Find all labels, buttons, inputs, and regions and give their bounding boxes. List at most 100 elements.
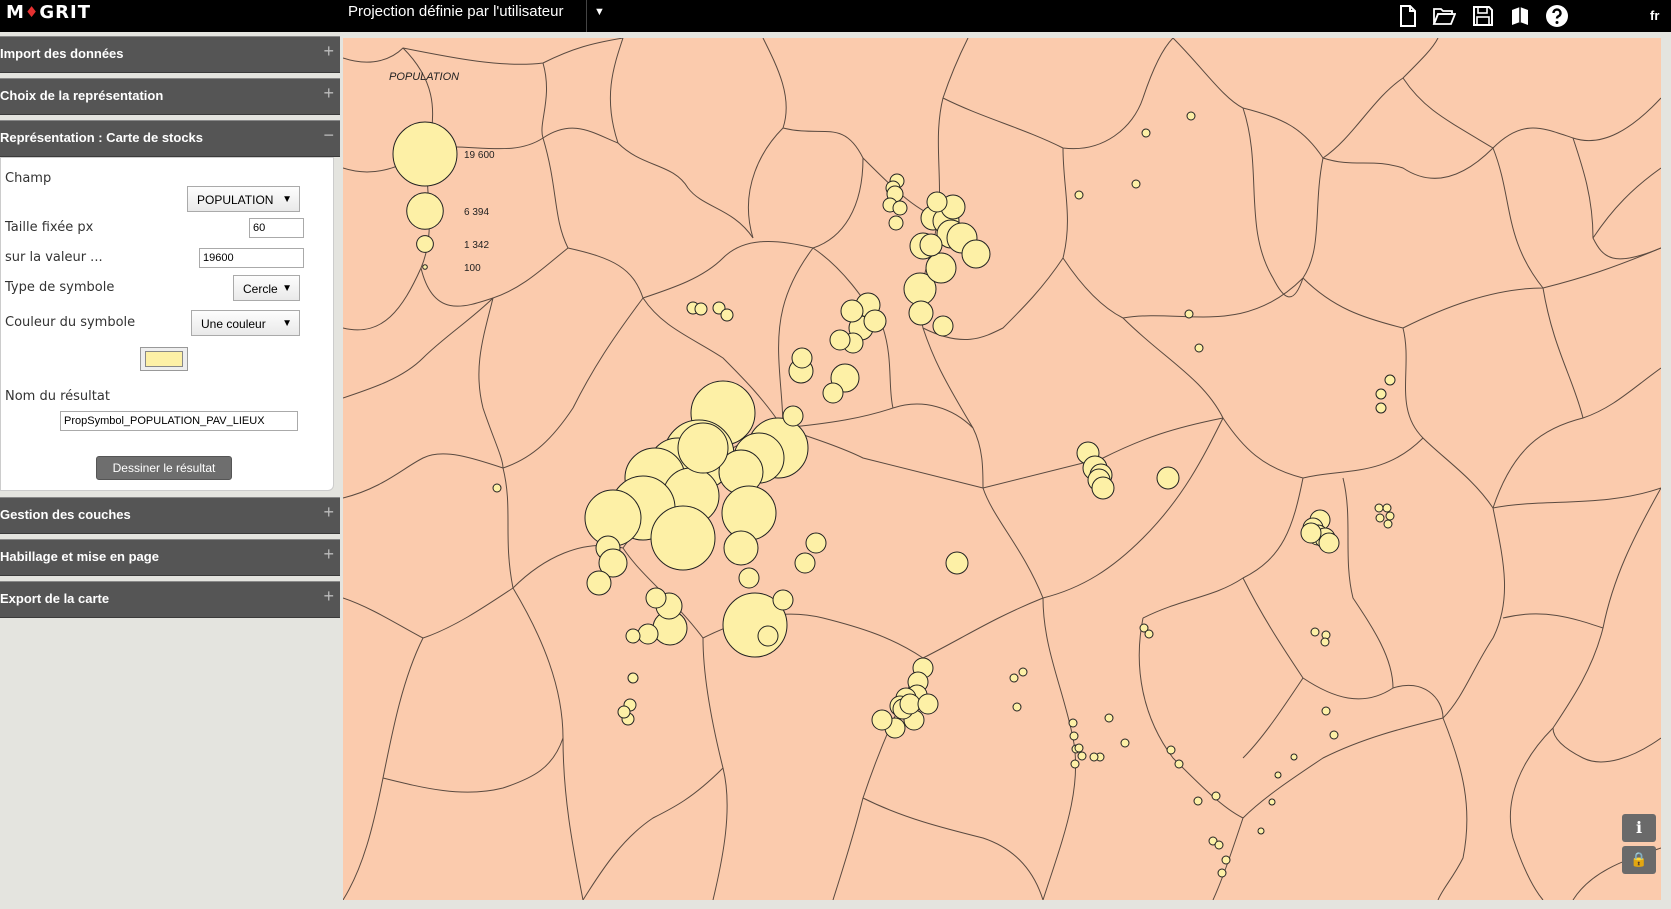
population-symbol[interactable] <box>917 693 939 715</box>
collapse-icon[interactable]: − <box>323 117 334 153</box>
map-legend[interactable]: POPULATION 19 600 6 394 1 342 100 <box>389 71 495 274</box>
population-symbol[interactable] <box>822 382 844 404</box>
population-symbol[interactable] <box>757 625 779 647</box>
population-symbol[interactable] <box>1310 627 1320 637</box>
population-symbol[interactable] <box>1193 796 1203 806</box>
population-symbol[interactable] <box>840 299 864 323</box>
population-symbol[interactable] <box>1156 466 1180 490</box>
symbol-color-select[interactable]: Une couleur ▼ <box>191 310 300 336</box>
fixed-size-input[interactable] <box>249 218 304 238</box>
population-symbol[interactable] <box>1009 673 1019 683</box>
expand-icon[interactable]: + <box>323 578 334 614</box>
open-folder-icon[interactable] <box>1432 4 1456 28</box>
population-symbol[interactable] <box>805 532 827 554</box>
map-canvas[interactable]: POPULATION 19 600 6 394 1 342 100 <box>343 38 1661 900</box>
population-symbol[interactable] <box>720 308 734 322</box>
help-icon[interactable] <box>1545 4 1569 28</box>
population-symbol[interactable] <box>863 309 887 333</box>
symbol-type-select[interactable]: Cercle ▼ <box>233 275 300 301</box>
population-symbol[interactable] <box>1186 111 1196 121</box>
population-symbol[interactable] <box>1091 476 1115 500</box>
expand-icon[interactable]: + <box>323 494 334 530</box>
language-selector[interactable]: fr <box>1650 8 1659 23</box>
population-symbol[interactable] <box>1221 855 1231 865</box>
population-symbol[interactable] <box>772 589 794 611</box>
population-symbol[interactable] <box>1384 374 1396 386</box>
population-symbol[interactable] <box>926 191 948 213</box>
population-symbol[interactable] <box>1375 402 1387 414</box>
population-symbol[interactable] <box>1174 759 1184 769</box>
color-picker-button[interactable] <box>140 347 188 371</box>
section-stock-map[interactable]: Représentation : Carte de stocks − <box>0 120 340 157</box>
projection-dropdown-icon[interactable]: ▼ <box>594 6 605 18</box>
population-symbol[interactable] <box>721 485 777 541</box>
population-symbol[interactable] <box>829 329 851 351</box>
population-symbol[interactable] <box>899 693 921 715</box>
population-symbol[interactable] <box>1274 771 1282 779</box>
section-layer-management[interactable]: Gestion des couches + <box>0 497 340 534</box>
population-symbol[interactable] <box>637 623 659 645</box>
book-icon[interactable] <box>1508 4 1532 28</box>
population-symbol[interactable] <box>617 705 631 719</box>
population-symbol[interactable] <box>1329 730 1339 740</box>
population-symbol[interactable] <box>1120 738 1130 748</box>
population-symbol[interactable] <box>645 587 667 609</box>
population-symbol[interactable] <box>1375 513 1385 523</box>
population-symbol[interactable] <box>1104 713 1114 723</box>
population-symbol[interactable] <box>888 215 904 231</box>
population-symbol[interactable] <box>677 422 729 474</box>
population-symbol[interactable] <box>738 567 760 589</box>
population-symbol[interactable] <box>1374 503 1384 513</box>
population-symbol[interactable] <box>1074 743 1084 753</box>
population-symbol[interactable] <box>627 672 639 684</box>
population-symbol[interactable] <box>1290 753 1298 761</box>
population-symbol[interactable] <box>1257 827 1265 835</box>
lock-icon[interactable]: 🔒 <box>1622 846 1656 874</box>
population-symbol[interactable] <box>1074 190 1084 200</box>
on-value-input[interactable] <box>199 248 304 268</box>
draw-result-button[interactable]: Dessiner le résultat <box>96 456 232 480</box>
population-symbol[interactable] <box>1268 798 1276 806</box>
section-export-map[interactable]: Export de la carte + <box>0 581 340 618</box>
population-symbol[interactable] <box>1141 128 1151 138</box>
field-select[interactable]: POPULATION ▼ <box>187 186 300 212</box>
population-symbol[interactable] <box>694 302 708 316</box>
section-layout[interactable]: Habillage et mise en page + <box>0 539 340 576</box>
proportional-symbols[interactable] <box>492 111 1396 878</box>
population-symbol[interactable] <box>1018 667 1028 677</box>
population-symbol[interactable] <box>919 233 943 257</box>
population-symbol[interactable] <box>1131 179 1141 189</box>
population-symbol[interactable] <box>1318 532 1340 554</box>
population-symbol[interactable] <box>1300 522 1322 544</box>
population-symbol[interactable] <box>1385 511 1395 521</box>
population-symbol[interactable] <box>932 315 954 337</box>
population-symbol[interactable] <box>650 505 716 571</box>
population-symbol[interactable] <box>1382 503 1392 513</box>
expand-icon[interactable]: + <box>323 75 334 111</box>
population-symbol[interactable] <box>723 530 759 566</box>
population-symbol[interactable] <box>1194 343 1204 353</box>
map-view[interactable]: POPULATION 19 600 6 394 1 342 100 <box>343 38 1661 900</box>
population-symbol[interactable] <box>791 347 813 369</box>
population-symbol[interactable] <box>945 551 969 575</box>
population-symbol[interactable] <box>1089 752 1099 762</box>
population-symbol[interactable] <box>625 628 641 644</box>
population-symbol[interactable] <box>1321 706 1331 716</box>
expand-icon[interactable]: + <box>323 536 334 572</box>
population-symbol[interactable] <box>1068 718 1078 728</box>
population-symbol[interactable] <box>908 300 934 326</box>
population-symbol[interactable] <box>794 552 816 574</box>
save-icon[interactable] <box>1471 4 1495 28</box>
population-symbol[interactable] <box>1012 702 1022 712</box>
population-symbol[interactable] <box>1144 629 1154 639</box>
population-symbol[interactable] <box>1214 840 1224 850</box>
population-symbol[interactable] <box>871 709 893 731</box>
population-symbol[interactable] <box>1211 791 1221 801</box>
population-symbol[interactable] <box>492 483 502 493</box>
population-symbol[interactable] <box>961 239 991 269</box>
projection-label[interactable]: Projection définie par l'utilisateur <box>348 3 563 20</box>
expand-icon[interactable]: + <box>323 33 334 69</box>
population-symbol[interactable] <box>1383 519 1393 529</box>
population-symbol[interactable] <box>1320 637 1330 647</box>
new-file-icon[interactable] <box>1396 4 1420 28</box>
